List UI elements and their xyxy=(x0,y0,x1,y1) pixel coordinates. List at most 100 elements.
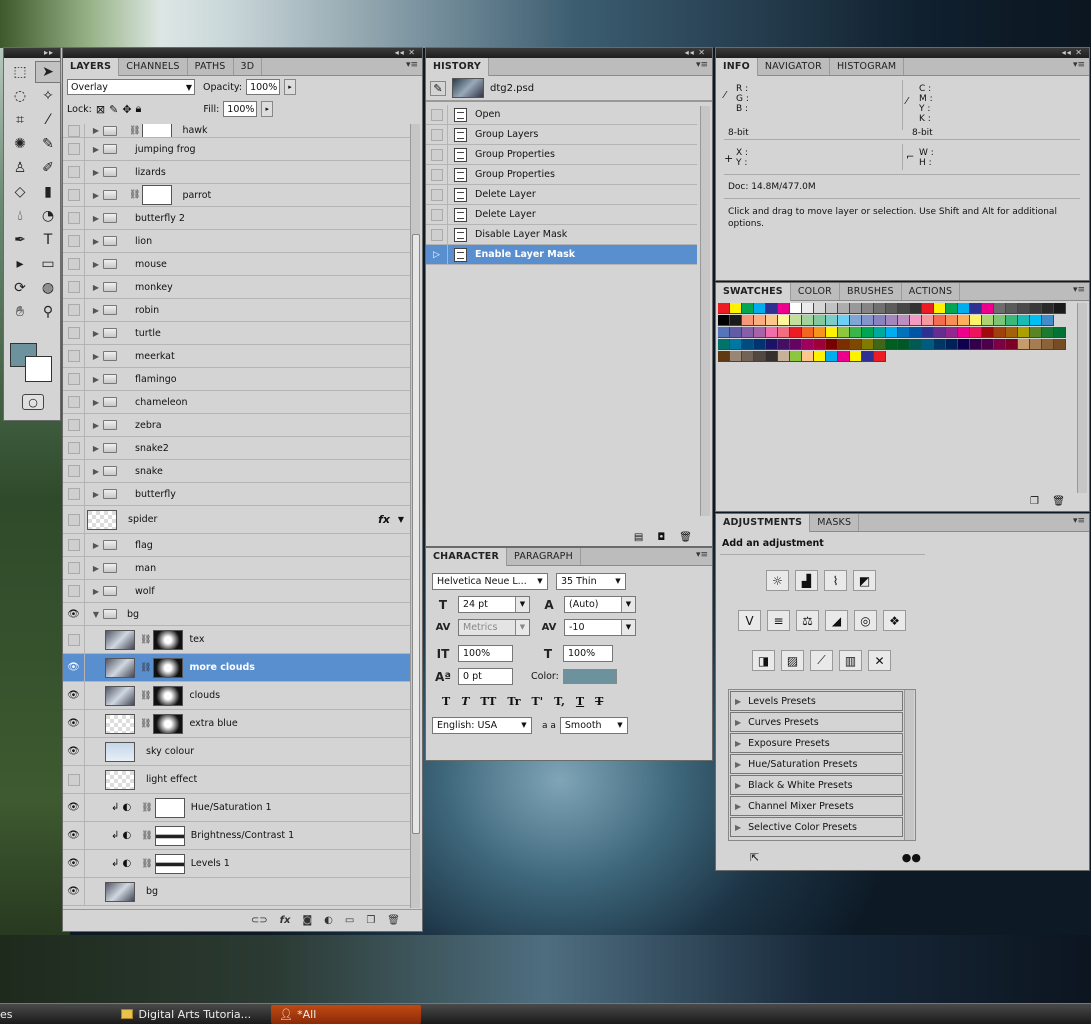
scrollbar-thumb[interactable] xyxy=(412,234,420,834)
history-source-box[interactable] xyxy=(426,125,448,144)
preset-item[interactable]: ▶ Levels Presets xyxy=(730,691,903,711)
hue-saturation-icon[interactable]: ≡ xyxy=(767,610,790,631)
layer-effects-badge[interactable]: fx xyxy=(378,513,390,526)
color-swatch[interactable] xyxy=(730,303,742,314)
color-swatch[interactable] xyxy=(1042,339,1054,350)
color-swatch[interactable] xyxy=(742,315,754,326)
visibility-toggle[interactable] xyxy=(63,253,85,275)
color-swatch[interactable] xyxy=(1018,339,1030,350)
history-state[interactable]: Disable Layer Mask xyxy=(426,225,697,245)
rotate-3d-icon[interactable]: ⟳ xyxy=(7,277,33,299)
panel-menu-icon[interactable]: ▾≡ xyxy=(1073,516,1085,526)
expand-arrow-icon[interactable]: ▶ xyxy=(89,375,103,384)
small-caps-button[interactable]: Tr xyxy=(507,695,520,708)
expand-arrow-icon[interactable]: ▶ xyxy=(89,490,103,499)
layer-row[interactable]: 👁︎ ↲ ◐ ⛓︎ Levels 1 xyxy=(63,850,410,878)
pen-icon[interactable]: ✒ xyxy=(7,229,33,251)
visibility-toggle[interactable] xyxy=(63,207,85,229)
taskbar-item-photoshop[interactable]: 👤︎ *All xyxy=(271,1004,422,1024)
color-swatch[interactable] xyxy=(886,339,898,350)
color-swatch[interactable] xyxy=(766,315,778,326)
expand-arrow-icon[interactable]: ▶ xyxy=(89,444,103,453)
superscript-button[interactable]: T' xyxy=(532,695,544,708)
color-swatch[interactable] xyxy=(982,339,994,350)
chevron-down-icon[interactable]: ▼ xyxy=(515,620,529,635)
leading-input[interactable]: (Auto) ▼ xyxy=(564,596,636,613)
history-source-box[interactable] xyxy=(426,165,448,184)
tab-history[interactable]: HISTORY xyxy=(426,58,489,76)
visibility-toggle[interactable] xyxy=(63,437,85,459)
lock-pixels-icon[interactable]: ✎ xyxy=(109,103,118,116)
color-swatch[interactable] xyxy=(970,339,982,350)
color-swatch[interactable] xyxy=(982,303,994,314)
visibility-toggle[interactable] xyxy=(63,483,85,505)
visibility-toggle[interactable] xyxy=(63,138,85,160)
text-color-swatch[interactable] xyxy=(562,669,617,684)
font-size-input[interactable]: 24 pt ▼ xyxy=(458,596,530,613)
color-swatch[interactable] xyxy=(1030,303,1042,314)
color-swatch[interactable] xyxy=(742,303,754,314)
visibility-toggle[interactable] xyxy=(63,414,85,436)
color-swatch[interactable] xyxy=(730,339,742,350)
color-swatch[interactable] xyxy=(754,327,766,338)
color-swatch[interactable] xyxy=(814,351,826,362)
color-swatch[interactable] xyxy=(898,315,910,326)
new-document-from-state-icon[interactable]: ▤ xyxy=(634,532,643,543)
color-swatch[interactable] xyxy=(766,339,778,350)
visibility-toggle[interactable] xyxy=(63,124,85,137)
lasso-icon[interactable]: ◌ xyxy=(7,85,33,107)
visibility-toggle[interactable]: 👁︎ xyxy=(63,682,85,709)
color-swatch[interactable] xyxy=(922,303,934,314)
baseline-shift-input[interactable]: 0 pt xyxy=(458,668,513,685)
chevron-down-icon[interactable]: ▼ xyxy=(621,620,635,635)
visibility-toggle[interactable] xyxy=(63,230,85,252)
expand-arrow-icon[interactable]: ▶ xyxy=(89,214,103,223)
color-swatch[interactable] xyxy=(838,315,850,326)
color-swatch[interactable] xyxy=(754,339,766,350)
color-swatch[interactable] xyxy=(790,339,802,350)
dodge-icon[interactable]: ◔ xyxy=(35,205,61,227)
expand-arrow-icon[interactable]: ▶ xyxy=(89,126,103,135)
visibility-toggle[interactable]: 👁︎ xyxy=(63,850,85,877)
language-select[interactable]: English: USA ▼ xyxy=(432,717,532,734)
history-brush-source-icon[interactable]: ✎ xyxy=(430,80,446,96)
color-swatch[interactable] xyxy=(790,303,802,314)
history-snapshot[interactable]: ✎ dtg2.psd xyxy=(426,76,712,102)
history-state[interactable]: Delete Layer xyxy=(426,185,697,205)
layer-row[interactable]: light effect xyxy=(63,766,410,794)
tab-swatches[interactable]: SWATCHES xyxy=(716,283,791,301)
layer-row[interactable]: ▶ butterfly xyxy=(63,483,410,506)
color-swatch[interactable] xyxy=(874,351,886,362)
color-swatch[interactable] xyxy=(862,339,874,350)
history-source-box[interactable] xyxy=(426,205,448,224)
preset-item[interactable]: ▶ Black & White Presets xyxy=(730,775,903,795)
layer-row[interactable]: 👁︎ sky colour xyxy=(63,738,410,766)
color-swatch[interactable] xyxy=(838,303,850,314)
history-state[interactable]: Group Properties xyxy=(426,165,697,185)
photo-filter-icon[interactable]: ◎ xyxy=(854,610,877,631)
visibility-toggle[interactable] xyxy=(63,534,85,556)
color-swatch[interactable] xyxy=(802,303,814,314)
visibility-toggle[interactable] xyxy=(63,161,85,183)
type-icon[interactable]: T xyxy=(35,229,61,251)
color-swatch[interactable] xyxy=(994,339,1006,350)
visibility-toggle[interactable] xyxy=(63,322,85,344)
layer-row[interactable]: ▶ monkey xyxy=(63,276,410,299)
color-swatch[interactable] xyxy=(898,339,910,350)
expand-arrow-icon[interactable]: ▶ xyxy=(89,283,103,292)
color-swatch[interactable] xyxy=(802,327,814,338)
history-state[interactable]: Delete Layer xyxy=(426,205,697,225)
color-swatch[interactable] xyxy=(946,315,958,326)
color-swatch[interactable] xyxy=(766,303,778,314)
color-swatch[interactable] xyxy=(862,351,874,362)
color-swatch[interactable] xyxy=(910,339,922,350)
history-brush-icon[interactable]: ✐ xyxy=(35,157,61,179)
color-swatch[interactable] xyxy=(874,315,886,326)
layer-row[interactable]: ▶ meerkat xyxy=(63,345,410,368)
color-swatch[interactable] xyxy=(814,327,826,338)
color-swatch[interactable] xyxy=(778,303,790,314)
color-swatch[interactable] xyxy=(742,351,754,362)
visibility-toggle[interactable] xyxy=(63,345,85,367)
subscript-button[interactable]: T, xyxy=(554,695,565,708)
visibility-toggle[interactable]: 👁︎ xyxy=(63,603,85,625)
